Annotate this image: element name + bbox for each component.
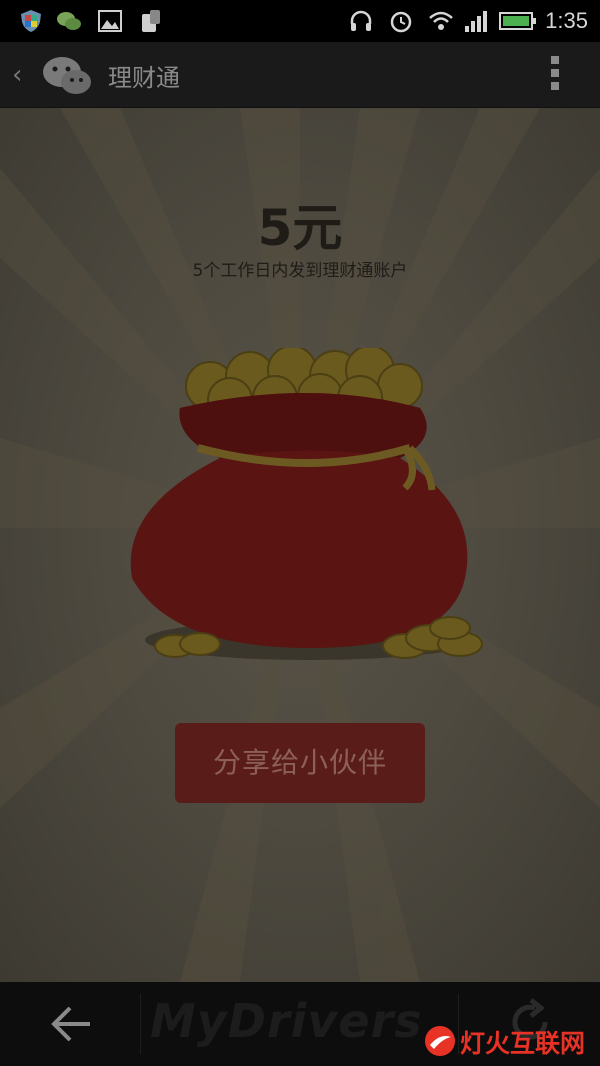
watermark-text: MyDrivers xyxy=(150,994,423,1048)
reward-panel: 5元 5个工作日内发到理财通账户 分享给小伙伴 xyxy=(0,108,600,982)
brand-logo-icon xyxy=(425,1026,455,1056)
action-bar: ‹ 理财通 xyxy=(0,42,600,108)
chevron-left-icon[interactable]: ‹ xyxy=(12,60,30,90)
share-button[interactable]: 分享给小伙伴 xyxy=(175,723,425,803)
arrow-left-icon[interactable] xyxy=(48,1002,94,1046)
gallery-icon xyxy=(98,10,122,32)
brand-text: 灯火互联网 xyxy=(460,1029,586,1058)
system-nav-bar: MyDrivers 灯火互联网 xyxy=(0,982,600,1066)
battery-icon xyxy=(499,12,536,30)
page-title: 理财通 xyxy=(108,64,180,92)
alarm-icon xyxy=(390,11,412,33)
status-time: 1:35 xyxy=(545,8,588,33)
headset-icon xyxy=(350,10,372,31)
wechat-icon xyxy=(57,12,81,30)
notification-icon xyxy=(142,10,160,32)
overflow-menu-icon[interactable] xyxy=(550,56,560,94)
wifi-icon xyxy=(429,11,453,30)
reward-message: 5个工作日内发到理财通账户 xyxy=(192,261,408,281)
money-bag-illustration xyxy=(130,348,483,660)
signal-icon xyxy=(465,11,487,32)
shield-icon xyxy=(21,10,41,32)
wechat-app-icon[interactable] xyxy=(40,54,94,98)
brand-watermark: 灯火互联网 xyxy=(424,1022,600,1060)
reward-amount: 5元 xyxy=(257,199,343,257)
status-bar: 1:35 xyxy=(0,0,600,42)
nav-divider xyxy=(140,994,141,1054)
